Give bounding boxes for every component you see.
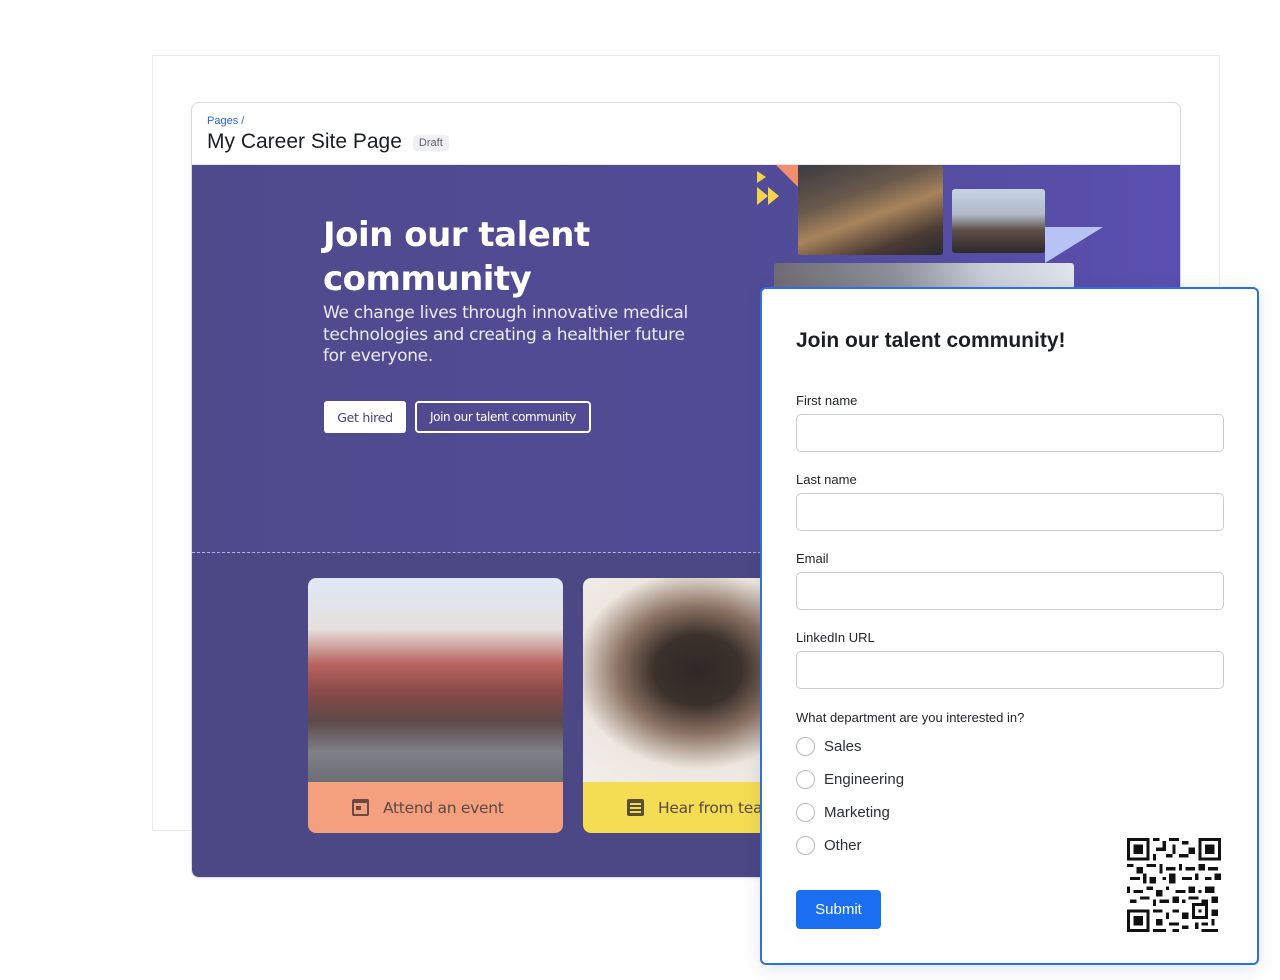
first-name-label: First name <box>796 393 858 408</box>
radio-label: Marketing <box>824 804 890 821</box>
department-question: What department are you interested in? <box>796 710 1025 725</box>
radio-engineering[interactable]: Engineering <box>796 770 904 789</box>
decorative-triangle <box>768 187 779 205</box>
submit-button[interactable]: Submit <box>796 890 881 929</box>
editor-header: Pages / My Career Site Page Draft <box>192 103 1180 165</box>
breadcrumb-pages[interactable]: Pages / <box>207 115 1165 127</box>
event-photo <box>308 578 563 783</box>
email-label: Email <box>796 551 829 566</box>
radio-other[interactable]: Other <box>796 836 862 855</box>
decorative-triangle <box>757 171 766 183</box>
hero-title: Join our talent community <box>323 215 590 299</box>
qr-code-icon <box>1127 838 1221 932</box>
team-dinner-photo <box>798 165 943 255</box>
radio-button[interactable] <box>796 803 815 822</box>
team-selfie-photo <box>952 189 1045 253</box>
join-talent-community-button[interactable]: Join our talent community <box>415 401 591 433</box>
form-title: Join our talent community! <box>796 329 1066 352</box>
radio-button[interactable] <box>796 836 815 855</box>
first-name-field[interactable] <box>796 414 1224 452</box>
radio-button[interactable] <box>796 770 815 789</box>
last-name-label: Last name <box>796 472 857 487</box>
page-title: My Career Site Page <box>207 130 402 153</box>
radio-label: Sales <box>824 738 862 755</box>
card-label: Attend an event <box>383 798 504 817</box>
radio-button[interactable] <box>796 737 815 756</box>
article-icon <box>627 799 644 816</box>
decorative-triangle <box>776 165 798 187</box>
radio-label: Engineering <box>824 771 905 788</box>
radio-marketing[interactable]: Marketing <box>796 803 890 822</box>
email-field[interactable] <box>796 572 1224 610</box>
decorative-triangle <box>757 187 768 205</box>
title-row: My Career Site Page Draft <box>207 130 1165 154</box>
card-footer: Attend an event <box>308 782 563 833</box>
talent-community-form: Join our talent community! First name La… <box>760 287 1259 965</box>
linkedin-url-label: LinkedIn URL <box>796 630 875 645</box>
decorative-triangle <box>1045 227 1103 263</box>
status-badge: Draft <box>412 135 449 151</box>
calendar-icon <box>352 799 369 816</box>
get-hired-button[interactable]: Get hired <box>324 401 406 433</box>
linkedin-url-field[interactable] <box>796 651 1224 689</box>
last-name-field[interactable] <box>796 493 1224 531</box>
radio-label: Other <box>824 837 862 854</box>
attend-event-card[interactable]: Attend an event <box>308 578 563 833</box>
radio-sales[interactable]: Sales <box>796 737 862 756</box>
hero-subtitle: We change lives through innovative medic… <box>323 303 688 366</box>
